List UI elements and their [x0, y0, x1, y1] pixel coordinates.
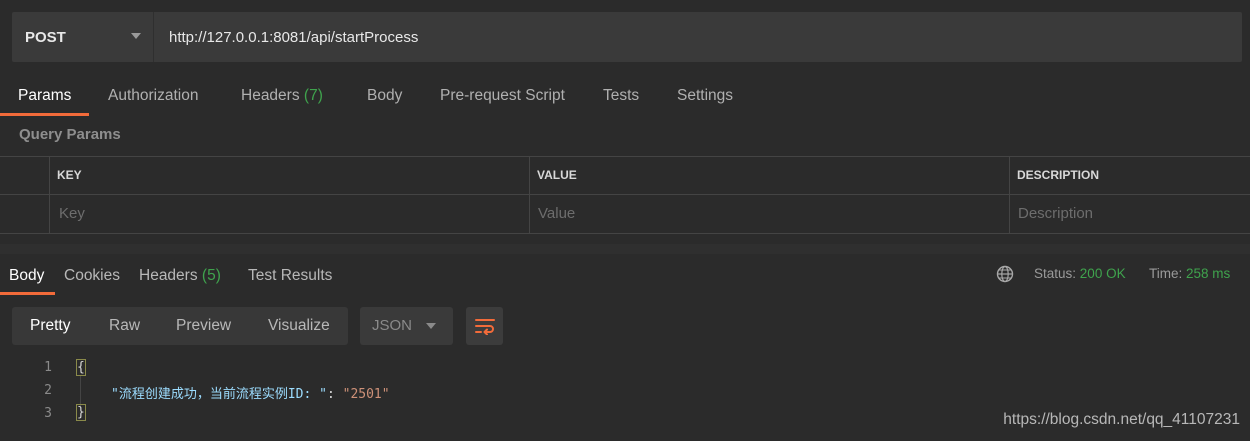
query-params-title: Query Params [19, 126, 121, 143]
time-readout: Time: 258 ms [1149, 266, 1230, 281]
table-border-bottom [0, 233, 1250, 234]
method-label: POST [25, 28, 66, 46]
tab-cookies[interactable]: Cookies [64, 265, 120, 287]
tab-cookies-label: Cookies [64, 267, 120, 284]
tab-headers-label: Headers [241, 87, 300, 104]
watermark: https://blog.csdn.net/qq_41107231 [1003, 411, 1240, 428]
tab-pre-request-script[interactable]: Pre-request Script [440, 84, 565, 108]
table-border-top [0, 156, 1250, 157]
tab-headers-count: (7) [303, 87, 323, 104]
tab-body-label: Body [367, 87, 403, 104]
time-label: Time: [1149, 266, 1183, 281]
json-open-brace: { [76, 359, 86, 376]
wrap-lines-button[interactable] [466, 307, 503, 345]
tab-response-headers[interactable]: Headers (5) [139, 265, 221, 287]
json-colon: : [326, 387, 343, 402]
json-value: "2501" [342, 387, 390, 402]
column-header-key: KEY [57, 168, 82, 182]
description-input[interactable]: Description [1018, 205, 1093, 222]
view-visualize-button[interactable]: Visualize [268, 307, 330, 345]
table-col-divider [1009, 156, 1010, 234]
tab-test-results-label: Test Results [248, 267, 333, 284]
time-value: 258 ms [1186, 266, 1231, 281]
status-value: 200 OK [1079, 266, 1126, 281]
url-text: http://127.0.0.1:8081/api/startProcess [169, 28, 419, 46]
url-input[interactable]: http://127.0.0.1:8081/api/startProcess [169, 12, 418, 62]
line-number: 2 [44, 383, 52, 398]
active-tab-indicator [0, 113, 89, 116]
tab-tests[interactable]: Tests [603, 84, 639, 108]
tab-body[interactable]: Body [367, 84, 402, 108]
tab-authorization[interactable]: Authorization [108, 84, 198, 108]
tab-pre-request-script-label: Pre-request Script [440, 87, 565, 104]
tab-params[interactable]: Params [18, 84, 71, 108]
indent-guide [80, 376, 81, 406]
tab-tests-label: Tests [603, 87, 640, 104]
tab-response-body-label: Body [9, 267, 45, 284]
key-input[interactable]: Key [59, 205, 85, 222]
format-label: JSON [372, 317, 413, 334]
table-col-divider [49, 156, 50, 234]
tab-settings-label: Settings [677, 87, 734, 104]
tab-settings[interactable]: Settings [677, 84, 733, 108]
line-number: 3 [44, 406, 52, 421]
column-header-value: VALUE [537, 168, 577, 182]
status-label: Status: [1034, 266, 1077, 281]
column-header-description: DESCRIPTION [1017, 168, 1100, 182]
tab-test-results[interactable]: Test Results [248, 265, 332, 287]
active-response-tab-indicator [0, 292, 55, 295]
tab-authorization-label: Authorization [108, 87, 199, 104]
json-line: "流程创建成功，当前流程实例ID: ": "2501" [111, 383, 390, 402]
status-readout: Status: 200 OK [1034, 266, 1126, 281]
view-raw-button[interactable]: Raw [109, 307, 140, 345]
table-border-mid [0, 194, 1250, 195]
globe-icon[interactable] [996, 265, 1014, 283]
table-col-divider [529, 156, 530, 234]
tab-response-headers-label: Headers [139, 267, 198, 284]
json-key: "流程创建成功，当前流程实例ID: " [111, 387, 327, 402]
pane-divider[interactable] [0, 244, 1250, 254]
view-preview-button[interactable]: Preview [176, 307, 231, 345]
tab-response-body[interactable]: Body [9, 265, 44, 287]
json-close-brace: } [76, 404, 86, 421]
chevron-down-icon[interactable] [426, 323, 436, 329]
tab-response-headers-count: (5) [201, 267, 221, 284]
value-input[interactable]: Value [538, 205, 575, 222]
tab-headers[interactable]: Headers (7) [241, 84, 323, 108]
view-pretty-button[interactable]: Pretty [30, 307, 70, 345]
chevron-down-icon[interactable] [131, 33, 141, 39]
line-number: 1 [44, 360, 52, 375]
wrap-lines-icon [474, 319, 495, 335]
tab-params-label: Params [18, 87, 72, 104]
